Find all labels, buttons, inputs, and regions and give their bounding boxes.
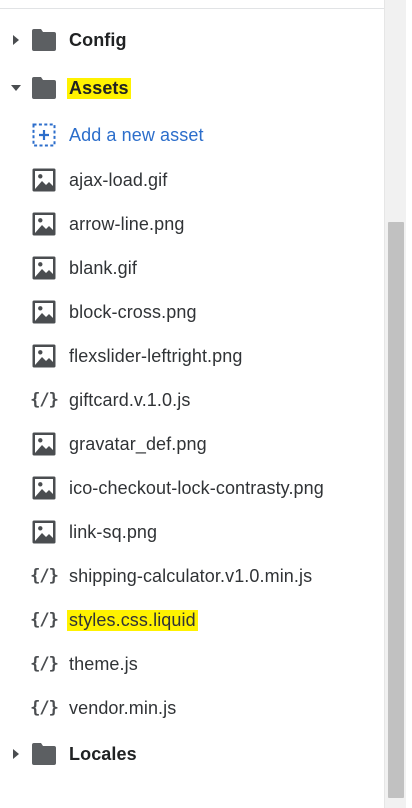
asset-file-name[interactable]: giftcard.v.1.0.js: [69, 390, 190, 411]
image-icon: [31, 167, 57, 193]
asset-file-item[interactable]: blank.gif: [0, 248, 384, 288]
image-icon: [31, 299, 57, 325]
asset-file-name[interactable]: styles.css.liquid: [67, 609, 198, 631]
add-file-icon[interactable]: [31, 122, 57, 148]
asset-file-name[interactable]: link-sq.png: [69, 522, 157, 543]
image-icon: [31, 475, 57, 501]
code-icon: {/}: [30, 390, 59, 410]
asset-file-item[interactable]: {/} styles.css.liquid: [0, 600, 384, 640]
vertical-scrollbar[interactable]: [384, 0, 406, 808]
asset-file-item[interactable]: arrow-line.png: [0, 204, 384, 244]
asset-file-item[interactable]: flexslider-leftright.png: [0, 336, 384, 376]
image-icon: [31, 211, 57, 237]
image-icon: [31, 255, 57, 281]
code-icon: {/}: [30, 566, 59, 586]
asset-file-item[interactable]: block-cross.png: [0, 292, 384, 332]
asset-file-name[interactable]: shipping-calculator.v1.0.min.js: [69, 566, 312, 587]
asset-file-item[interactable]: {/} theme.js: [0, 644, 384, 684]
folder-icon: [31, 28, 57, 52]
asset-file-item[interactable]: ajax-load.gif: [0, 160, 384, 200]
asset-file-name[interactable]: vendor.min.js: [69, 698, 176, 719]
chevron-right-icon[interactable]: [9, 747, 23, 761]
asset-file-item[interactable]: {/} shipping-calculator.v1.0.min.js: [0, 556, 384, 596]
code-icon: {/}: [30, 654, 59, 674]
asset-file-name[interactable]: ico-checkout-lock-contrasty.png: [69, 478, 324, 499]
asset-file-name[interactable]: ajax-load.gif: [69, 170, 167, 191]
top-border: [0, 0, 384, 9]
asset-file-name[interactable]: arrow-line.png: [69, 214, 184, 235]
asset-file-name[interactable]: block-cross.png: [69, 302, 197, 323]
asset-file-item[interactable]: {/} vendor.min.js: [0, 688, 384, 728]
image-icon: [31, 431, 57, 457]
folder-icon: [31, 742, 57, 766]
add-asset-link[interactable]: Add a new asset: [0, 115, 384, 155]
asset-file-item[interactable]: link-sq.png: [0, 512, 384, 552]
image-icon: [31, 343, 57, 369]
scrollbar-thumb[interactable]: [388, 222, 404, 798]
folder-icon: [31, 76, 57, 100]
asset-file-name[interactable]: gravatar_def.png: [69, 434, 207, 455]
folder-label-locales[interactable]: Locales: [69, 744, 137, 765]
file-tree-panel: Config Assets Add a new asset ajax-load.…: [0, 0, 384, 808]
folder-config[interactable]: Config: [0, 20, 384, 60]
chevron-down-icon[interactable]: [9, 81, 23, 95]
asset-file-name[interactable]: theme.js: [69, 654, 138, 675]
asset-file-item[interactable]: {/} giftcard.v.1.0.js: [0, 380, 384, 420]
image-icon: [31, 519, 57, 545]
code-icon: {/}: [30, 698, 59, 718]
asset-file-name[interactable]: blank.gif: [69, 258, 137, 279]
folder-locales[interactable]: Locales: [0, 734, 384, 774]
folder-label-assets[interactable]: Assets: [67, 77, 131, 99]
folder-assets[interactable]: Assets: [0, 68, 384, 108]
asset-file-item[interactable]: gravatar_def.png: [0, 424, 384, 464]
right-gutter: [406, 0, 412, 808]
chevron-right-icon[interactable]: [9, 33, 23, 47]
code-icon: {/}: [30, 610, 59, 630]
asset-file-item[interactable]: ico-checkout-lock-contrasty.png: [0, 468, 384, 508]
asset-file-name[interactable]: flexslider-leftright.png: [69, 346, 242, 367]
add-asset-label[interactable]: Add a new asset: [69, 125, 204, 146]
folder-label-config[interactable]: Config: [69, 30, 127, 51]
